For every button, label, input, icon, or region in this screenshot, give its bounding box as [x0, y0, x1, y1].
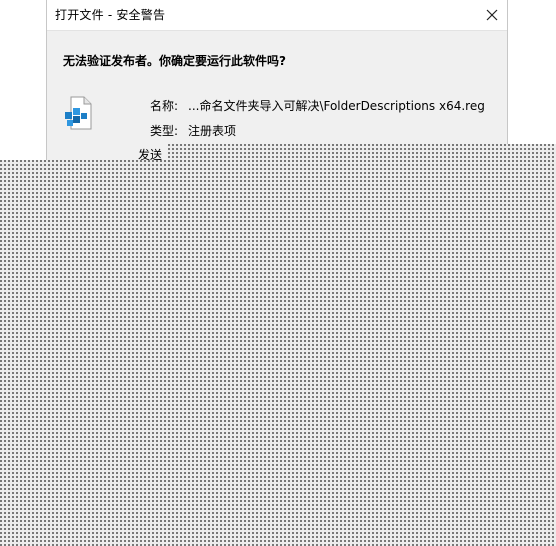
type-value: 注册表项: [188, 124, 237, 138]
name-label: 名称:: [150, 99, 179, 113]
window-title: 打开文件 - 安全警告: [55, 8, 166, 22]
name-value: ...命名文件夹导入可解决\FolderDescriptions x64.reg: [188, 99, 485, 113]
registry-file-icon: [64, 96, 94, 130]
close-icon[interactable]: [481, 4, 503, 26]
type-label: 类型:: [150, 124, 179, 138]
title-bar: 打开文件 - 安全警告: [47, 0, 507, 30]
warning-question: 无法验证发布者。你确定要运行此软件吗?: [63, 54, 286, 68]
dither-overlay: [0, 160, 556, 546]
